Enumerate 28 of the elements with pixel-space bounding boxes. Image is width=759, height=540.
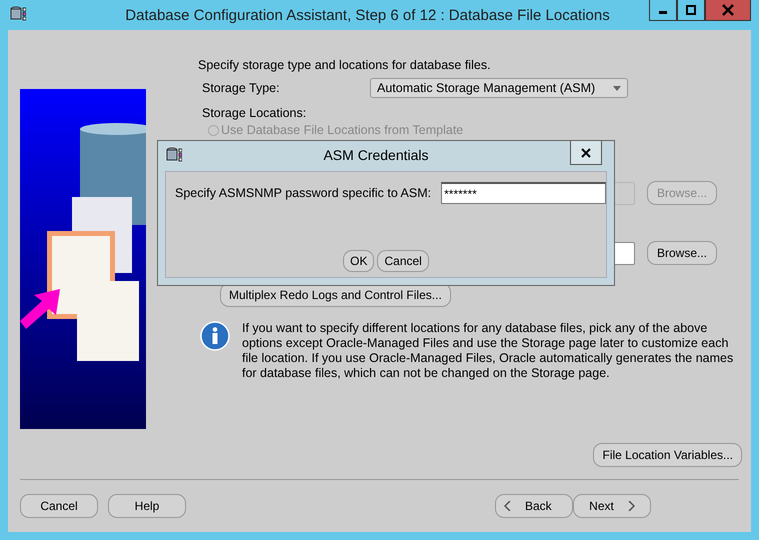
next-button[interactable]: Next <box>573 494 651 518</box>
close-icon <box>581 148 591 158</box>
database-icon <box>10 6 26 22</box>
info-text: If you want to specify different locations for any database files, pick any of the above options except Oracle-Managed Files and use the Storage page later to customize each file location. If you use Oracle-Managed Files, Oracle automatically generates the names for database files, which can not be changed on the Storage page. <box>242 321 734 381</box>
info-icon <box>200 321 230 351</box>
maximize-button[interactable] <box>677 0 705 21</box>
storage-type-label: Storage Type: <box>202 81 281 95</box>
cancel-button[interactable]: Cancel <box>20 494 98 518</box>
radio-label: Use Database File Locations from Template <box>221 123 464 137</box>
help-button[interactable]: Help <box>108 494 186 518</box>
password-field[interactable]: ******* <box>441 182 606 204</box>
storage-locations-label: Storage Locations: <box>202 106 308 120</box>
file-location-variables-button[interactable]: File Location Variables... <box>593 443 742 467</box>
close-icon <box>722 4 734 16</box>
intro-text: Specify storage type and locations for database files. <box>198 58 492 72</box>
close-button[interactable] <box>570 141 602 165</box>
ok-button[interactable]: OK <box>343 250 374 272</box>
database-icon <box>166 147 182 163</box>
window-title: Database Configuration Assistant, Step 6 of 12 : Database File Locations <box>124 6 611 24</box>
back-button[interactable]: Back <box>495 494 573 518</box>
cancel-button[interactable]: Cancel <box>377 250 429 272</box>
browse-button[interactable]: Browse... <box>647 241 717 265</box>
dropdown-caret-icon <box>613 86 621 90</box>
dialog-title: ASM Credentials <box>322 147 430 163</box>
password-prompt: Specify ASMSNMP password specific to ASM: <box>175 186 432 200</box>
storage-type-dropdown[interactable]: Automatic Storage Management (ASM) <box>370 78 628 98</box>
maximize-icon <box>686 5 696 15</box>
minimize-button[interactable] <box>649 0 677 21</box>
